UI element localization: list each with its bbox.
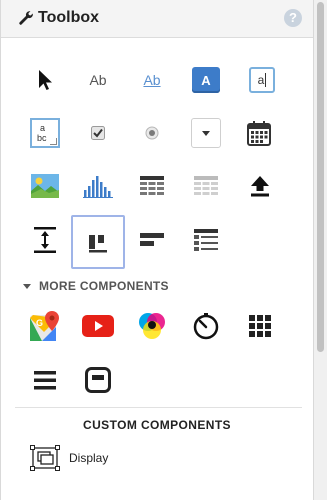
button-icon: A xyxy=(192,67,220,93)
list-view-icon xyxy=(194,229,218,251)
textarea-line1: a xyxy=(40,123,46,133)
scrollbar[interactable] xyxy=(314,0,327,500)
display-component-icon xyxy=(30,445,60,471)
tool-spacer[interactable] xyxy=(19,214,71,266)
more-components-heading: MORE COMPONENTS xyxy=(39,279,169,293)
link-icon: Ab xyxy=(143,72,161,88)
toolbox-panel: Toolbox ? Ab Ab A a a bc MORE COMPONENTS… xyxy=(0,0,314,500)
table-icon xyxy=(194,176,218,195)
more-components-toggle[interactable]: MORE COMPONENTS xyxy=(23,279,169,293)
hamburger-menu-icon xyxy=(34,371,56,390)
display-label: Display xyxy=(69,451,109,465)
component-timer[interactable] xyxy=(180,300,232,352)
tool-textarea[interactable]: a bc xyxy=(19,107,71,159)
tool-chart[interactable] xyxy=(72,160,124,212)
component-color-picker[interactable] xyxy=(126,300,178,352)
youtube-icon xyxy=(82,315,114,337)
label-icon: Ab xyxy=(89,72,107,88)
tool-button[interactable]: A xyxy=(180,54,232,106)
wrench-icon xyxy=(19,11,33,25)
component-google-maps[interactable]: G xyxy=(19,300,71,352)
tool-table[interactable] xyxy=(180,160,232,212)
radio-button-icon xyxy=(145,126,159,140)
tool-image[interactable] xyxy=(19,160,71,212)
container-icon xyxy=(85,367,111,393)
tool-calendar[interactable] xyxy=(233,107,285,159)
tool-rows[interactable] xyxy=(126,214,178,266)
component-container[interactable] xyxy=(72,354,124,406)
toolbox-header: Toolbox ? xyxy=(1,0,313,38)
tool-checkbox[interactable] xyxy=(72,107,124,159)
section-divider xyxy=(15,407,302,408)
help-icon[interactable]: ? xyxy=(284,9,302,27)
custom-components-heading: CUSTOM COMPONENTS xyxy=(83,418,231,432)
calendar-icon xyxy=(247,121,271,146)
rows-layout-icon xyxy=(140,233,164,246)
svg-text:G: G xyxy=(36,318,43,328)
tool-label[interactable]: Ab xyxy=(72,54,124,106)
upload-icon xyxy=(251,176,269,197)
tool-link[interactable]: Ab xyxy=(126,54,178,106)
resize-grip-icon xyxy=(50,138,57,145)
checkbox-icon xyxy=(91,126,105,140)
tool-pointer[interactable] xyxy=(19,54,71,106)
textarea-line2: bc xyxy=(37,133,47,143)
custom-component-display[interactable]: Display xyxy=(30,445,108,471)
textbox-icon: a xyxy=(249,67,275,93)
color-wheel-icon xyxy=(139,313,165,339)
component-youtube[interactable] xyxy=(72,300,124,352)
tool-textbox[interactable]: a xyxy=(236,54,288,106)
cursor-arrow-icon xyxy=(39,70,52,90)
data-grid-icon xyxy=(140,176,164,195)
columns-layout-icon xyxy=(89,235,107,253)
caret-down-icon xyxy=(23,283,31,289)
button-icon-letter: A xyxy=(201,72,211,88)
tool-upload[interactable] xyxy=(234,160,286,212)
tool-list[interactable] xyxy=(180,214,232,266)
tool-grid[interactable] xyxy=(126,160,178,212)
tool-dropdown[interactable] xyxy=(180,107,232,159)
component-hamburger-menu[interactable] xyxy=(19,354,71,406)
image-icon xyxy=(31,174,59,198)
scrollbar-thumb[interactable] xyxy=(317,2,324,352)
toolbox-title: Toolbox xyxy=(38,9,100,26)
vertical-spacer-icon xyxy=(34,227,56,253)
tool-columns[interactable] xyxy=(71,215,125,269)
dropdown-icon xyxy=(191,118,221,148)
google-maps-icon: G xyxy=(30,311,59,341)
tool-radio[interactable] xyxy=(126,107,178,159)
bar-chart-icon xyxy=(83,176,113,198)
component-app-grid[interactable] xyxy=(234,300,286,352)
chevron-down-icon xyxy=(202,130,210,136)
textarea-icon: a bc xyxy=(30,118,60,148)
textbox-icon-letter: a xyxy=(257,73,267,87)
app-grid-icon xyxy=(249,315,271,337)
timer-icon xyxy=(193,313,219,340)
